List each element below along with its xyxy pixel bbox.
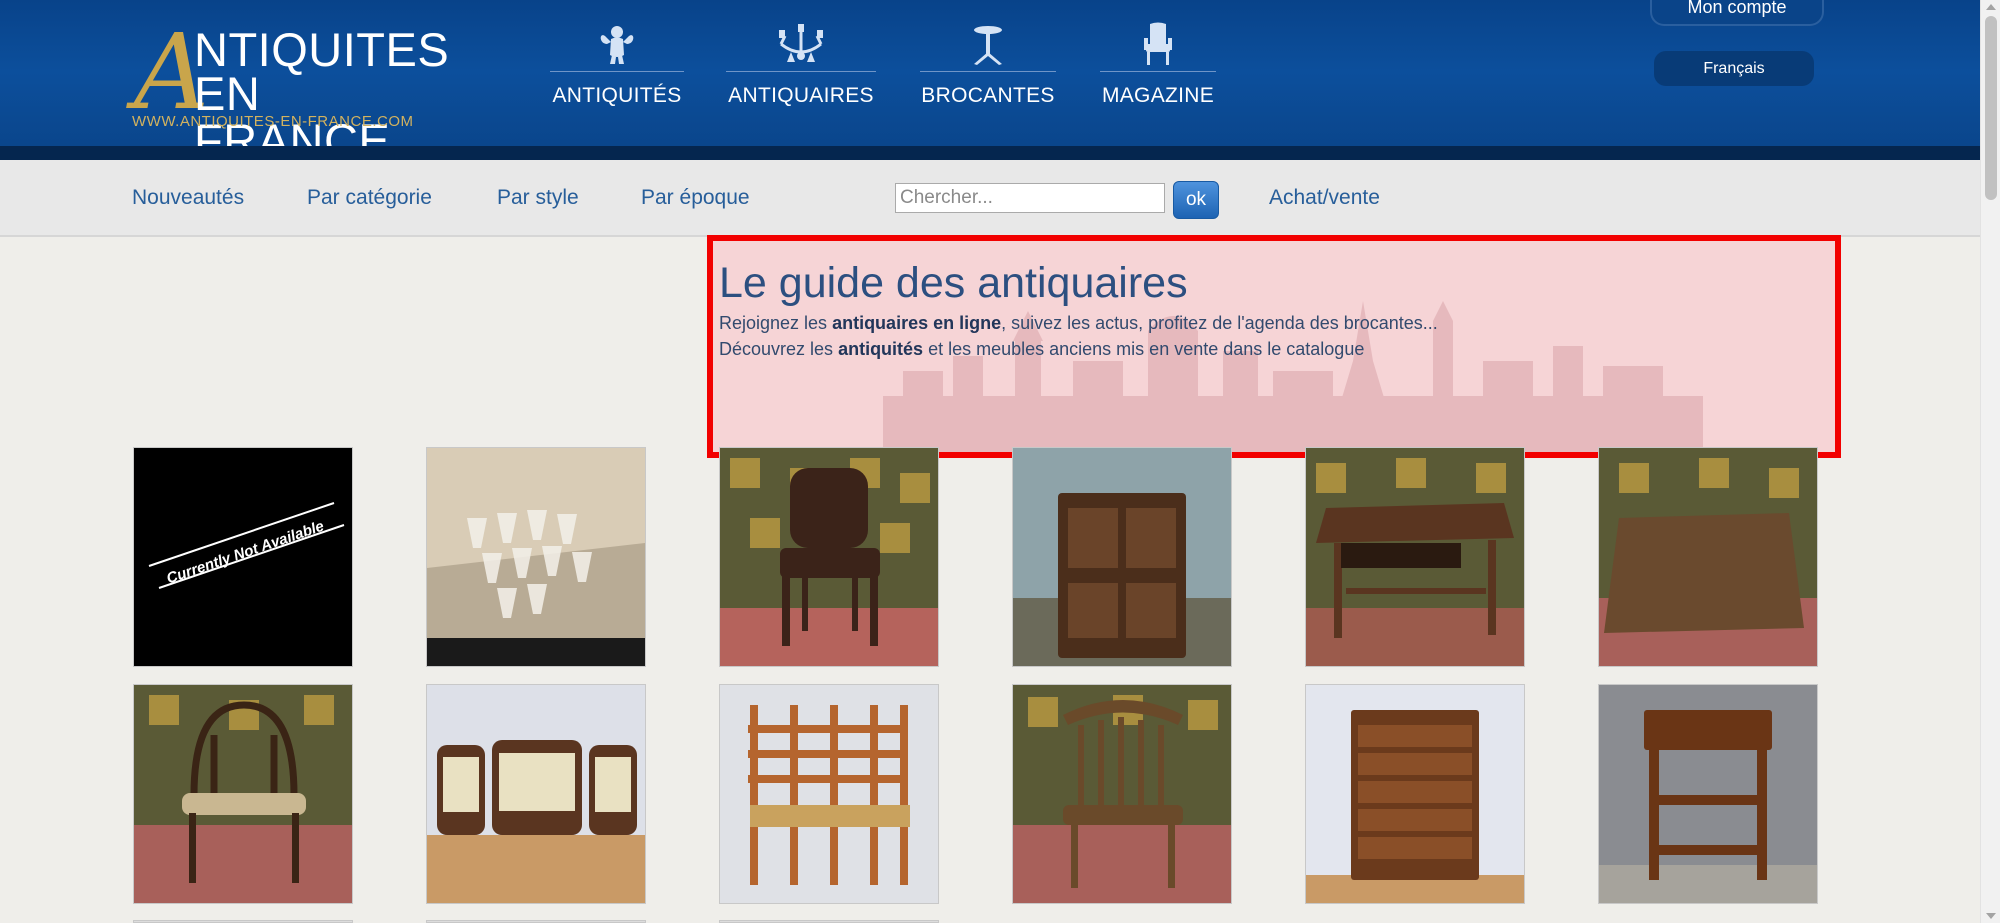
nav-label: ANTIQUAIRES [728, 84, 874, 107]
nav-label: MAGAZINE [1101, 84, 1215, 107]
hero-line-2: Découvrez les antiquités et les meubles … [719, 339, 1364, 360]
link-par-epoque[interactable]: Par époque [641, 186, 750, 210]
crystal-glasses-image [427, 448, 645, 666]
chest-of-drawers-image [1306, 685, 1524, 903]
nav-brocantes[interactable]: BROCANTES [920, 22, 1056, 112]
scrollbar-thumb[interactable] [1985, 16, 1997, 200]
scroll-up-arrow-icon[interactable] [1986, 4, 1996, 10]
product-thumb-writing-table[interactable] [1305, 447, 1525, 667]
product-thumb-windsor-chair[interactable] [1012, 684, 1232, 904]
header-bottom-strip [0, 146, 1980, 160]
link-par-style[interactable]: Par style [497, 186, 579, 210]
side-table-image [1599, 685, 1817, 903]
product-thumb-sofa-set[interactable] [426, 684, 646, 904]
product-thumb-bentwood-chair[interactable] [133, 684, 353, 904]
nav-antiquites[interactable]: ANTIQUITÉS [550, 22, 684, 112]
nav-label: BROCANTES [921, 84, 1055, 107]
chandelier-icon [779, 24, 823, 62]
product-thumb-side-table[interactable] [1598, 684, 1818, 904]
search-ok-button[interactable]: ok [1173, 181, 1219, 219]
pedestal-table-icon [974, 26, 1002, 65]
cherub-icon [600, 26, 634, 64]
link-nouveautes[interactable]: Nouveautés [132, 186, 244, 210]
windsor-chair-image [1013, 685, 1231, 903]
bentwood-chair-image [134, 685, 352, 903]
nav-label: ANTIQUITÉS [552, 84, 682, 107]
product-thumb-rush-chairs[interactable] [719, 684, 939, 904]
hero-text: Rejoignez les [719, 313, 833, 333]
hero-text: , suivez les actus, profitez de l'agenda… [1001, 313, 1438, 333]
writing-table-image [1306, 448, 1524, 666]
scroll-down-arrow-icon[interactable] [1986, 913, 1996, 919]
product-thumb-unavailable[interactable]: Currently Not Available [133, 447, 353, 667]
logo-line-1: NTIQUITES [194, 23, 450, 76]
rush-chairs-image [720, 685, 938, 903]
link-achat-vente[interactable]: Achat/vente [1269, 186, 1380, 210]
nav-magazine[interactable]: MAGAZINE [1100, 22, 1216, 112]
search-input[interactable] [895, 183, 1165, 213]
product-thumb-chest-of-drawers[interactable] [1305, 684, 1525, 904]
product-thumb-cane-chair[interactable] [719, 447, 939, 667]
hero-line-1: Rejoignez les antiquaires en ligne, suiv… [719, 313, 1438, 334]
nav-divider [920, 71, 1056, 72]
site-logo[interactable]: A NTIQUITES EN FRANCE WWW.ANTIQUITES-EN-… [130, 20, 450, 164]
hero-text: Découvrez les [719, 339, 839, 359]
hero-banner: Le guide des antiquaires Rejoignez les a… [707, 235, 1841, 458]
nav-divider [726, 71, 876, 72]
product-thumb-square-table[interactable] [1598, 447, 1818, 667]
armchair-icon [1144, 22, 1172, 65]
site-header: A NTIQUITES EN FRANCE WWW.ANTIQUITES-EN-… [0, 0, 1980, 164]
product-thumb-wooden-cabinet[interactable] [1012, 447, 1232, 667]
hero-link-antiquaires[interactable]: antiquaires en ligne [832, 313, 1001, 333]
nav-divider [550, 71, 684, 72]
product-thumb-crystal-glasses[interactable] [426, 447, 646, 667]
my-account-button[interactable]: Mon compte [1650, 0, 1824, 26]
hero-title: Le guide des antiquaires [719, 259, 1188, 307]
hero-link-antiquites[interactable]: antiquités [838, 339, 923, 359]
language-selector[interactable]: Français [1654, 51, 1814, 86]
hero-text: et les meubles anciens mis en vente dans… [923, 339, 1365, 359]
square-table-image [1599, 448, 1817, 666]
nav-divider [1100, 71, 1216, 72]
nav-antiquaires[interactable]: ANTIQUAIRES [726, 22, 876, 112]
sofa-set-image [427, 685, 645, 903]
secondary-nav: Nouveautés Par catégorie Par style Par é… [0, 160, 1980, 237]
vertical-scrollbar[interactable] [1980, 0, 2000, 923]
wooden-cabinet-image [1013, 448, 1231, 666]
logo-url: WWW.ANTIQUITES-EN-FRANCE.COM [132, 113, 414, 130]
cane-chair-image [720, 448, 938, 666]
link-par-categorie[interactable]: Par catégorie [307, 186, 432, 210]
